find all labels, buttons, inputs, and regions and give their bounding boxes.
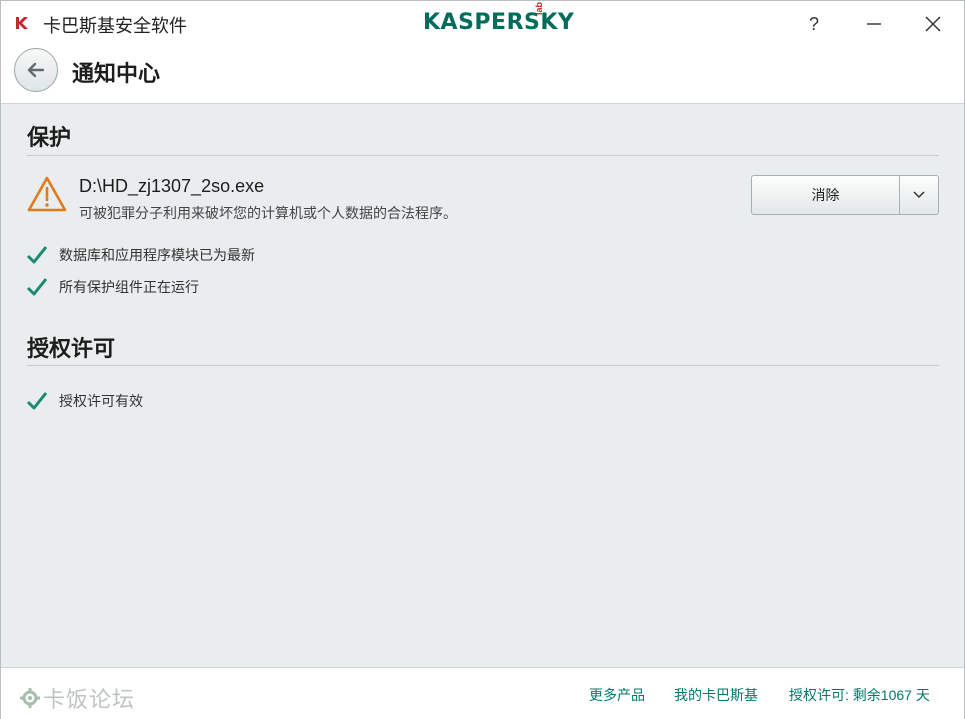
status-label: 数据库和应用程序模块已为最新 <box>59 247 255 263</box>
section-divider <box>27 155 939 156</box>
arrow-left-icon <box>27 62 45 78</box>
title-bar: 卡巴斯基安全软件 KASPERSKY lab ? <box>1 1 964 47</box>
watermark: 卡饭论坛 <box>19 682 135 714</box>
kaspersky-k-icon <box>16 17 28 29</box>
license-status-link[interactable]: 授权许可: 剩余1067 天 <box>789 685 930 705</box>
status-label: 授权许可有效 <box>59 393 143 409</box>
action-dropdown-button[interactable] <box>900 176 938 214</box>
brand-logo-suffix: lab <box>534 1 544 15</box>
section-title-license: 授权许可 <box>27 336 116 361</box>
page-title: 通知中心 <box>72 61 161 86</box>
brand-logo: KASPERSKY <box>423 10 575 35</box>
status-item-databases: 数据库和应用程序模块已为最新 <box>26 243 255 267</box>
status-item-license: 授权许可有效 <box>26 389 143 413</box>
app-window: 卡巴斯基安全软件 KASPERSKY lab ? 通知中心 保护 D:\HD_z… <box>0 0 965 719</box>
my-kaspersky-link[interactable]: 我的卡巴斯基 <box>674 685 758 705</box>
page-header: 通知中心 <box>1 47 964 104</box>
close-icon <box>925 16 941 32</box>
section-divider <box>27 365 939 366</box>
minimize-button[interactable] <box>856 9 892 39</box>
back-button[interactable] <box>14 48 58 92</box>
footer-bar: 卡饭论坛 更多产品 我的卡巴斯基 授权许可: 剩余1067 天 <box>1 667 964 719</box>
warning-triangle-icon <box>27 176 67 212</box>
settings-gear-icon <box>20 688 40 708</box>
more-products-link[interactable]: 更多产品 <box>589 685 645 705</box>
check-icon <box>26 246 48 264</box>
threat-action-split-button: 消除 <box>751 175 939 215</box>
check-icon <box>26 392 48 410</box>
section-title-protection: 保护 <box>27 125 72 150</box>
app-title: 卡巴斯基安全软件 <box>43 16 187 36</box>
check-icon <box>26 278 48 296</box>
disinfect-button[interactable]: 消除 <box>752 176 900 214</box>
threat-description: 可被犯罪分子利用来破坏您的计算机或个人数据的合法程序。 <box>79 205 457 221</box>
threat-file-path: D:\HD_zj1307_2so.exe <box>79 176 265 196</box>
chevron-down-icon <box>913 191 925 199</box>
status-label: 所有保护组件正在运行 <box>59 279 199 295</box>
watermark-text: 卡饭论坛 <box>43 687 136 712</box>
close-button[interactable] <box>915 9 951 39</box>
status-item-components: 所有保护组件正在运行 <box>26 275 199 299</box>
help-button[interactable]: ? <box>796 9 832 39</box>
minimize-icon <box>867 23 881 25</box>
